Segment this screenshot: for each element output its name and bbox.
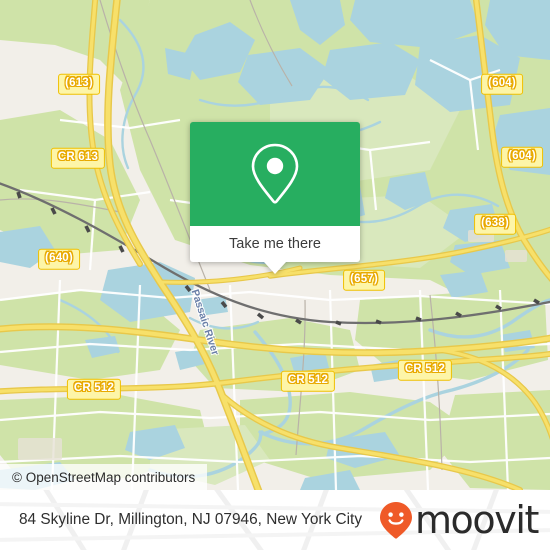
road-shield: CR 512 (397, 359, 453, 381)
map-canvas[interactable]: Passaic River (613) CR 613 (640) CR 512 … (0, 0, 550, 490)
take-me-there-label: Take me there (229, 235, 321, 252)
road-shield: CR 512 (66, 378, 122, 400)
road-shield: (640) (38, 248, 80, 270)
footer-bar: 84 Skyline Dr, Millington, NJ 07946, New… (0, 490, 550, 550)
map-popup-callout[interactable]: Take me there (190, 122, 360, 274)
moovit-pin-icon (379, 501, 413, 539)
road-shield: (657) (343, 269, 385, 291)
road-shield: CR 512 (280, 370, 336, 392)
road-shield: (613) (58, 73, 100, 95)
popup-header (190, 122, 360, 226)
road-shield: CR 613 (50, 147, 106, 169)
moovit-map-screenshot: Passaic River (613) CR 613 (640) CR 512 … (0, 0, 550, 550)
osm-attribution[interactable]: © OpenStreetMap contributors (0, 464, 208, 490)
moovit-wordmark: moovit (414, 498, 539, 542)
popup-action-bar[interactable]: Take me there (190, 226, 360, 262)
map-pin-icon (247, 141, 303, 207)
road-shield: (604) (481, 73, 523, 95)
address-text: 84 Skyline Dr, Millington, NJ 07946, New… (19, 511, 363, 528)
moovit-logo[interactable]: moovit (379, 498, 539, 542)
road-shield: (638) (474, 213, 516, 235)
popup-pointer-tip (264, 262, 286, 274)
road-shield: (604) (501, 146, 543, 168)
